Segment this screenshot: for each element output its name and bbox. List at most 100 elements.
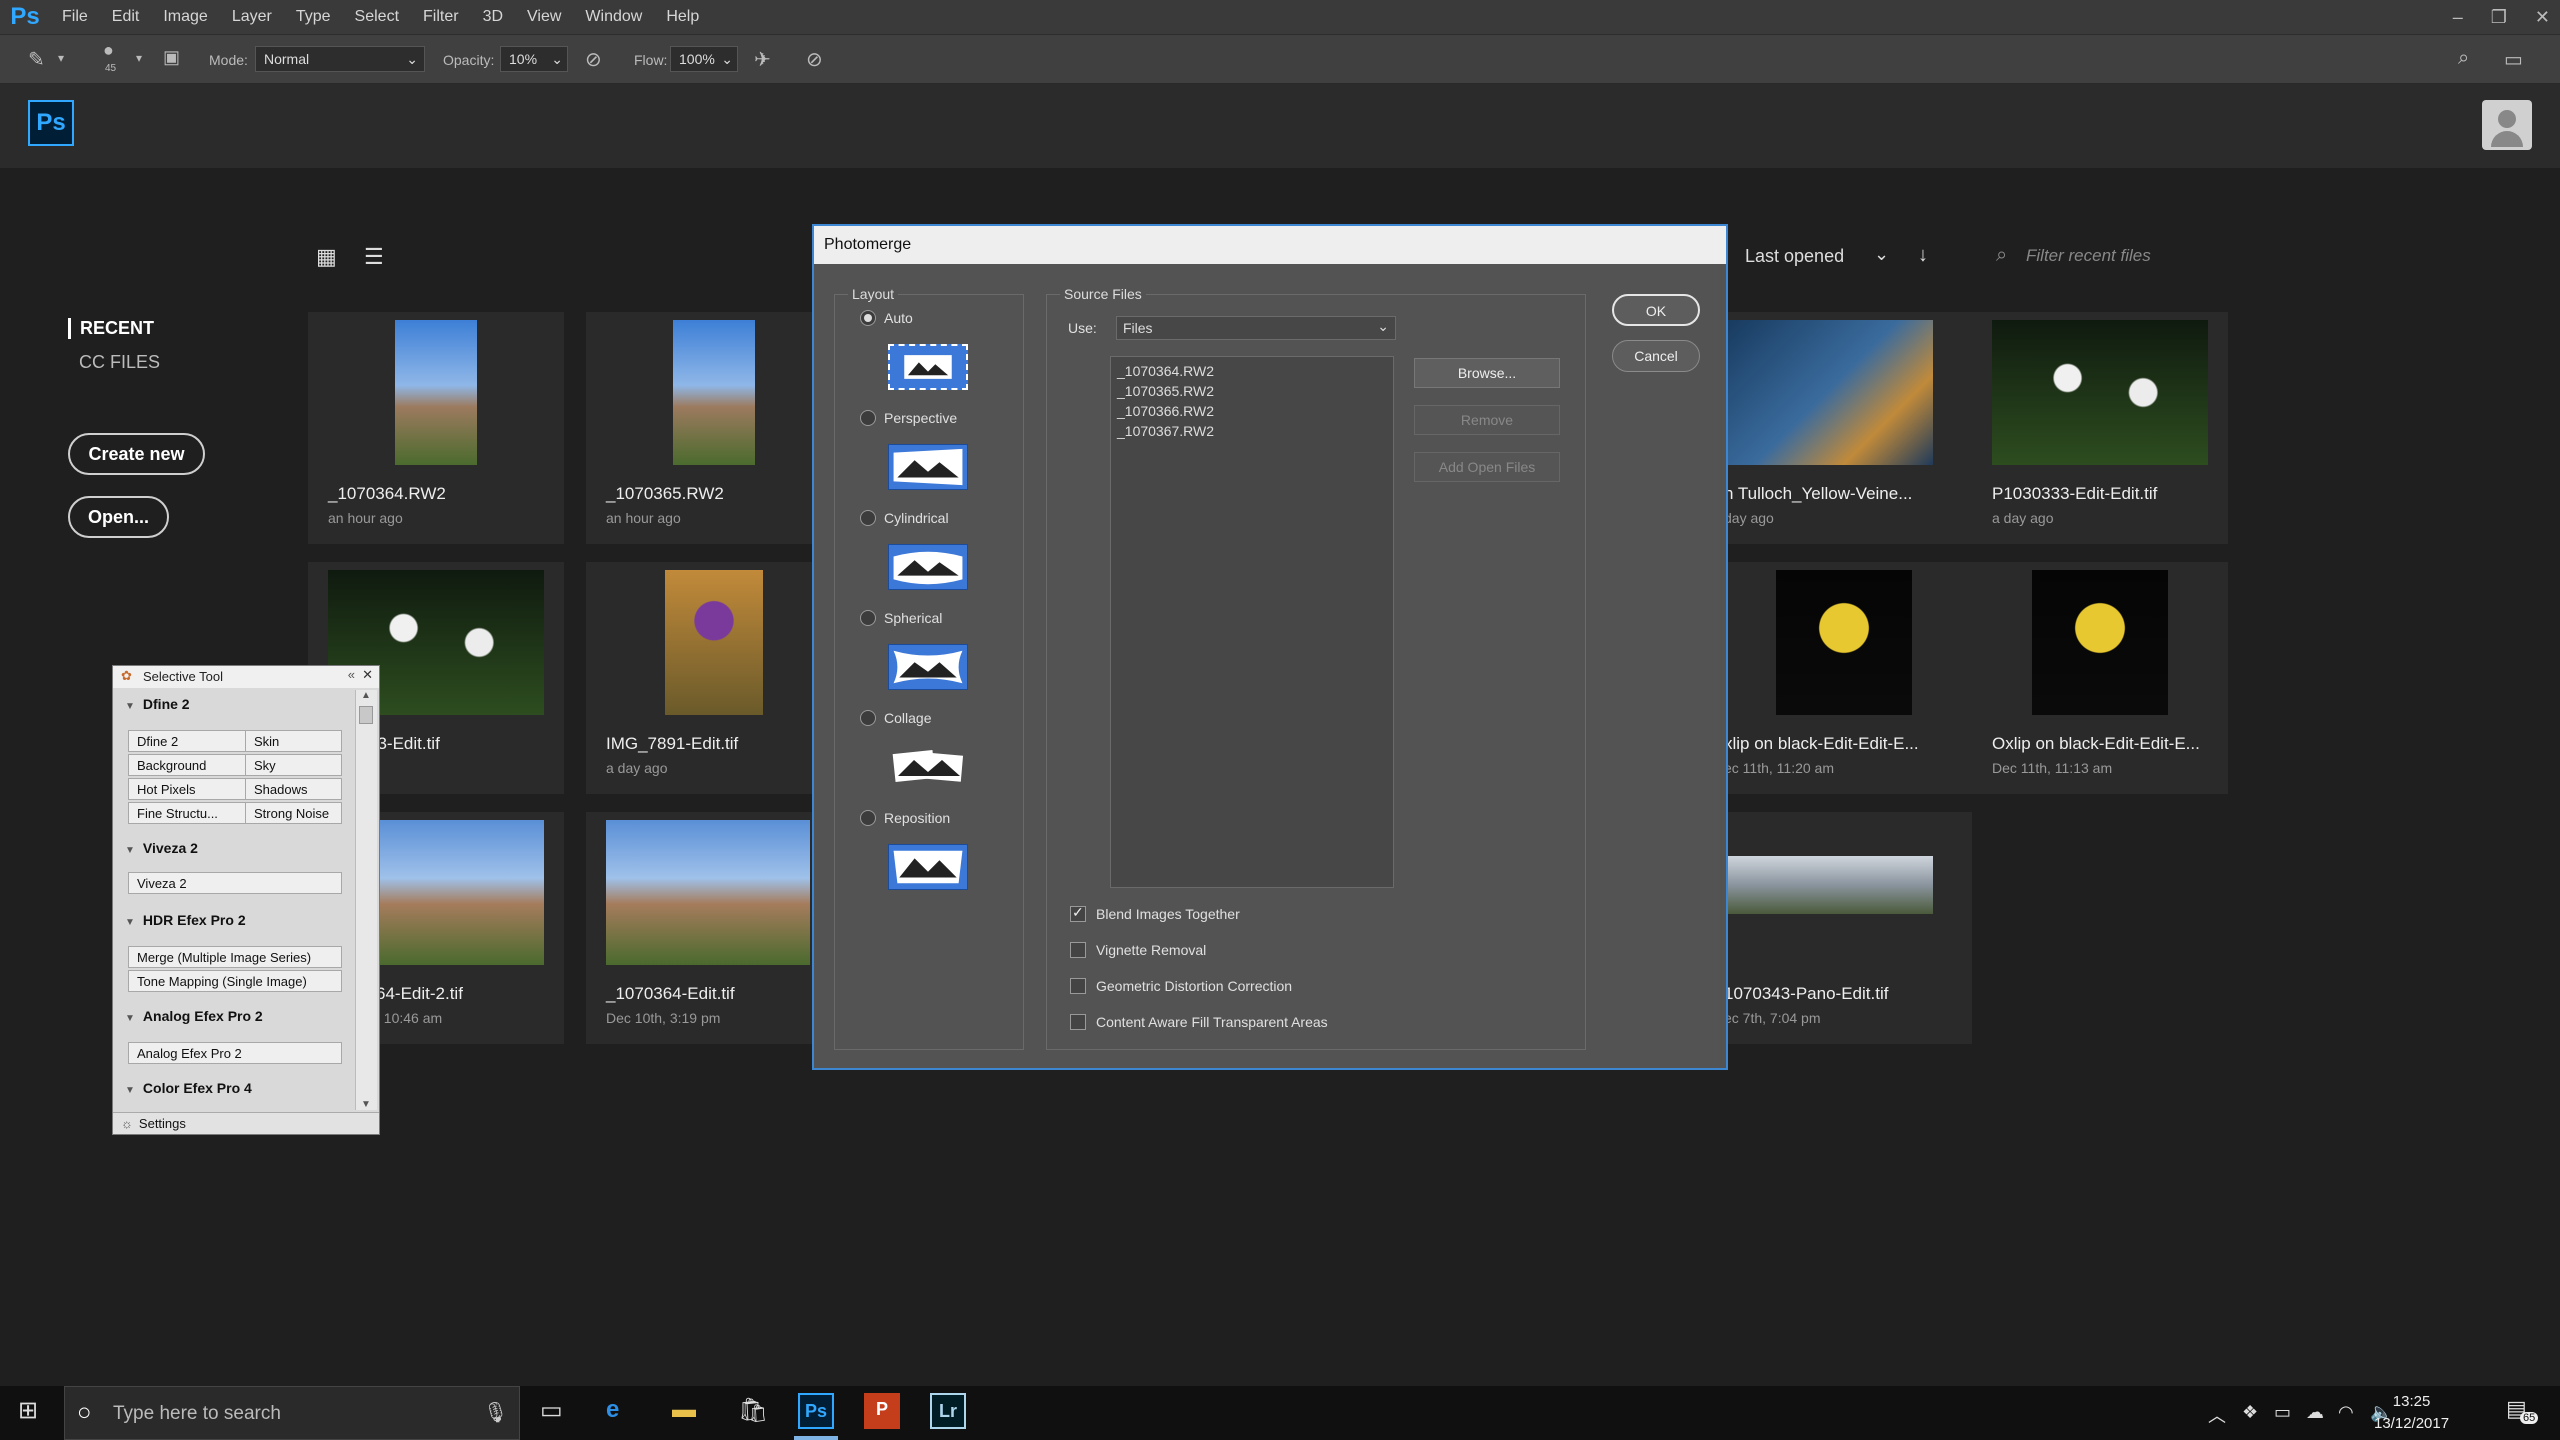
recent-file-card[interactable]: 1070343-Pano-Edit.tif ec 7th, 7:04 pm — [1716, 812, 1972, 1044]
recent-file-card[interactable]: n Tulloch_Yellow-Veine... day ago — [1716, 312, 1972, 544]
source-file-list[interactable]: _1070364.RW2 _1070365.RW2 _1070366.RW2 _… — [1110, 356, 1394, 888]
layout-label-auto[interactable]: Auto — [884, 310, 913, 326]
perspective-layout-icon[interactable] — [888, 444, 968, 490]
content-aware-fill-label[interactable]: Content Aware Fill Transparent Areas — [1096, 1014, 1328, 1030]
section-dfine[interactable]: Dfine 2 — [125, 696, 190, 712]
onedrive-icon[interactable]: ☁ — [2306, 1402, 2324, 1423]
scroll-down-icon[interactable]: ▼ — [361, 1099, 371, 1110]
menu-edit[interactable]: Edit — [100, 8, 152, 26]
hot-pixels-button[interactable]: Hot Pixels — [137, 782, 196, 797]
file-list-item[interactable]: _1070367.RW2 — [1111, 421, 1393, 441]
hdr-merge-button[interactable]: Merge (Multiple Image Series) — [128, 946, 342, 968]
open-button[interactable]: Open... — [68, 496, 169, 538]
recent-file-card[interactable]: Oxlip on black-Edit-Edit-E... Dec 11th, … — [1972, 562, 2228, 794]
analog-efex-button[interactable]: Analog Efex Pro 2 — [128, 1042, 342, 1064]
battery-icon[interactable]: ▭ — [2274, 1402, 2291, 1423]
settings-button[interactable]: ☼ Settings — [113, 1112, 379, 1134]
layout-label-perspective[interactable]: Perspective — [884, 410, 957, 426]
wifi-icon[interactable]: ◠ — [2338, 1402, 2354, 1423]
viveza-button[interactable]: Viveza 2 — [128, 872, 342, 894]
collapse-icon[interactable]: « — [348, 667, 355, 682]
close-icon[interactable]: ✕ — [362, 667, 373, 683]
collage-layout-icon[interactable] — [888, 744, 968, 790]
remove-button[interactable]: Remove — [1414, 405, 1560, 435]
pressure-opacity-icon[interactable]: ⊘ — [585, 47, 602, 72]
file-list-item[interactable]: _1070365.RW2 — [1111, 381, 1393, 401]
sort-select[interactable]: Last opened — [1745, 246, 1844, 267]
airbrush-icon[interactable]: ✈ — [754, 47, 771, 72]
recent-file-card[interactable]: P1030333-Edit-Edit.tif a day ago — [1972, 312, 2228, 544]
taskbar-search[interactable]: ○ Type here to search 🎙 — [64, 1386, 520, 1440]
brush-tool-icon[interactable]: ✎ — [28, 47, 45, 72]
cancel-button[interactable]: Cancel — [1612, 340, 1700, 372]
layout-label-cylindrical[interactable]: Cylindrical — [884, 510, 949, 526]
use-select[interactable]: Files ⌄ — [1116, 316, 1396, 340]
photoshop-taskbar-icon[interactable]: Ps — [798, 1393, 834, 1429]
reposition-layout-icon[interactable] — [888, 844, 968, 890]
filter-recent-input[interactable]: Filter recent files — [2026, 246, 2151, 266]
dialog-title[interactable]: Photomerge — [814, 226, 1726, 264]
pressure-size-icon[interactable]: ⊘ — [806, 47, 823, 72]
geometric-distortion-label[interactable]: Geometric Distortion Correction — [1096, 978, 1292, 994]
section-color-efex[interactable]: Color Efex Pro 4 — [125, 1080, 252, 1096]
spherical-layout-icon[interactable] — [888, 644, 968, 690]
close-icon[interactable]: ✕ — [2535, 7, 2550, 28]
menu-file[interactable]: File — [50, 8, 100, 26]
strong-noise-button[interactable]: Strong Noise — [245, 803, 343, 823]
user-avatar[interactable] — [2482, 100, 2532, 150]
task-view-icon[interactable]: ▭ — [540, 1396, 563, 1425]
sort-direction-icon[interactable]: ↓ — [1918, 244, 1928, 267]
chevron-down-icon[interactable]: ⌄ — [1874, 244, 1889, 265]
add-open-files-button[interactable]: Add Open Files — [1414, 452, 1560, 482]
microphone-icon[interactable]: 🎙 — [483, 1400, 508, 1425]
menu-image[interactable]: Image — [151, 8, 219, 26]
background-button[interactable]: Background — [137, 758, 206, 773]
nav-recent[interactable]: RECENT — [68, 318, 154, 339]
section-viveza[interactable]: Viveza 2 — [125, 840, 198, 856]
geometric-distortion-checkbox[interactable] — [1070, 978, 1086, 994]
cylindrical-layout-icon[interactable] — [888, 544, 968, 590]
file-explorer-icon[interactable]: ▬ — [672, 1396, 696, 1424]
brush-preset-icon[interactable]: ● — [103, 40, 114, 61]
menu-3d[interactable]: 3D — [471, 8, 515, 26]
dropdown-arrow-icon[interactable]: ▾ — [136, 51, 142, 65]
layout-radio-cylindrical[interactable] — [860, 510, 876, 526]
list-view-icon[interactable]: ☰ — [364, 244, 384, 270]
blend-images-label[interactable]: Blend Images Together — [1096, 906, 1240, 922]
search-icon[interactable]: ⌕ — [2458, 47, 2469, 70]
skin-button[interactable]: Skin — [245, 731, 343, 751]
opacity-input[interactable]: 10% ⌄ — [500, 46, 568, 72]
layout-radio-perspective[interactable] — [860, 410, 876, 426]
layout-label-collage[interactable]: Collage — [884, 710, 931, 726]
edge-browser-icon[interactable]: e — [606, 1396, 619, 1424]
taskbar-clock[interactable]: 13:25 13/12/2017 — [2374, 1391, 2449, 1435]
layout-radio-reposition[interactable] — [860, 810, 876, 826]
sky-button[interactable]: Sky — [245, 755, 343, 775]
recent-file-card[interactable]: IMG_7891-Edit.tif a day ago — [586, 562, 842, 794]
fine-structure-button[interactable]: Fine Structu... — [137, 806, 218, 821]
browse-button[interactable]: Browse... — [1414, 358, 1560, 388]
vignette-removal-label[interactable]: Vignette Removal — [1096, 942, 1206, 958]
restore-icon[interactable]: ❐ — [2491, 7, 2507, 28]
menu-type[interactable]: Type — [284, 8, 343, 26]
scrollbar-thumb[interactable] — [359, 706, 373, 724]
menu-filter[interactable]: Filter — [411, 8, 471, 26]
recent-file-card[interactable]: _1070364.RW2 an hour ago — [308, 312, 564, 544]
chevron-up-icon[interactable]: ︿ — [2208, 1402, 2226, 1428]
panel-title-bar[interactable]: ✿ Selective Tool « ✕ — [113, 666, 379, 688]
scroll-up-icon[interactable]: ▲ — [361, 690, 371, 701]
menu-help[interactable]: Help — [654, 8, 711, 26]
menu-layer[interactable]: Layer — [220, 8, 284, 26]
create-new-button[interactable]: Create new — [68, 433, 205, 475]
powerpoint-taskbar-icon[interactable]: P — [864, 1393, 900, 1429]
windows-start-icon[interactable]: ⊞ — [18, 1396, 38, 1425]
recent-file-card[interactable]: xlip on black-Edit-Edit-E... ec 11th, 11… — [1716, 562, 1972, 794]
menu-view[interactable]: View — [515, 8, 573, 26]
section-analog[interactable]: Analog Efex Pro 2 — [125, 1008, 263, 1024]
recent-file-card[interactable]: _1070364-Edit.tif Dec 10th, 3:19 pm — [586, 812, 812, 1044]
file-list-item[interactable]: _1070364.RW2 — [1111, 361, 1393, 381]
brush-panel-icon[interactable]: ▣ — [163, 47, 180, 68]
layout-label-spherical[interactable]: Spherical — [884, 610, 942, 626]
workspace-icon[interactable]: ▭ — [2504, 47, 2523, 72]
recent-file-card[interactable]: _1070365.RW2 an hour ago — [586, 312, 842, 544]
